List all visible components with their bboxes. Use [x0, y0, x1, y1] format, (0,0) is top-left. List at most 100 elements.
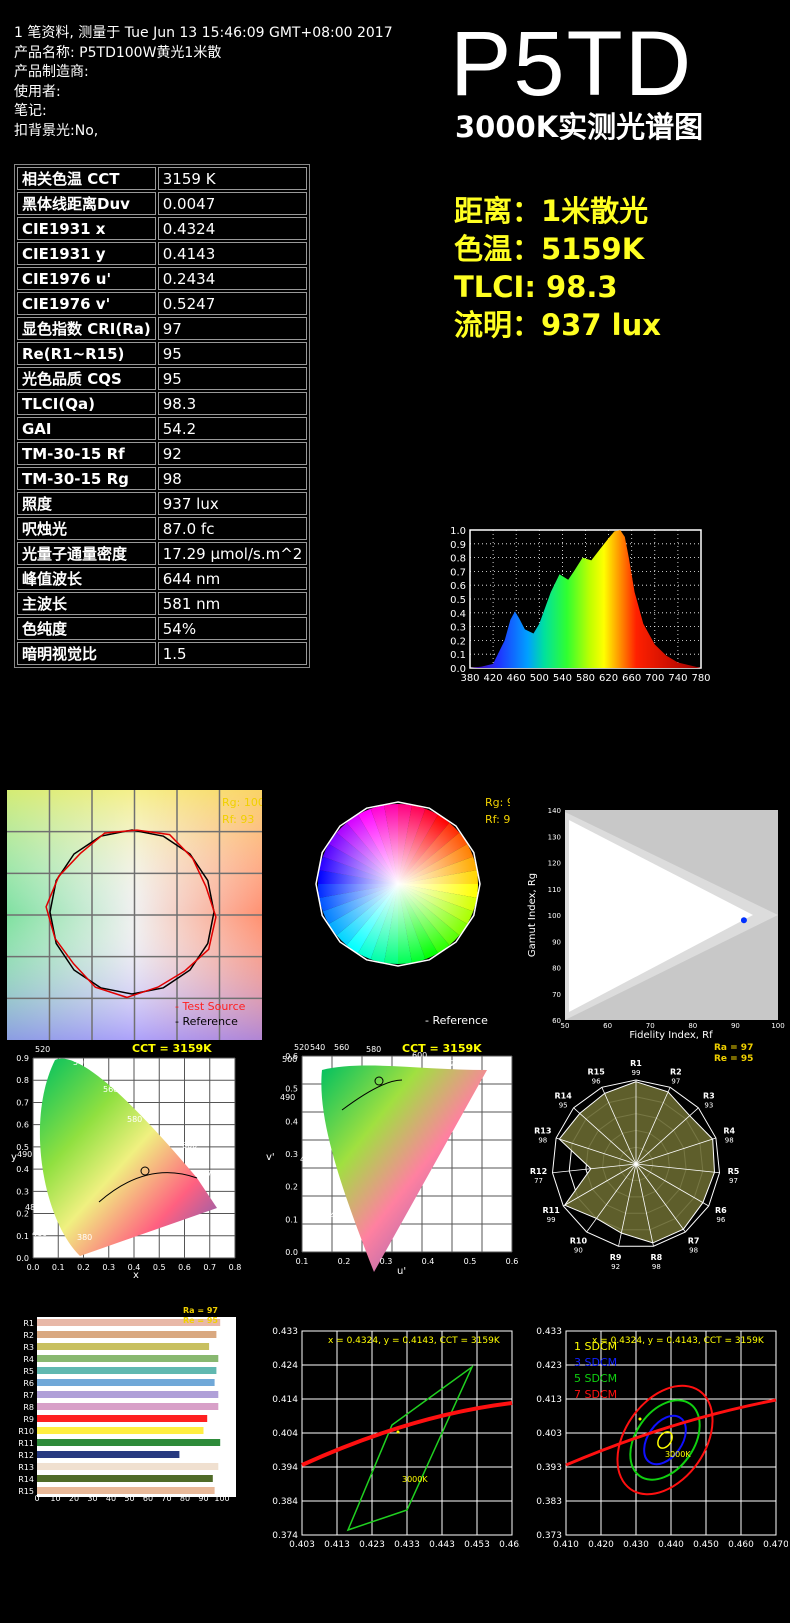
rf-rg-xtick: 70 [646, 1022, 655, 1030]
xtick: 0.4 [128, 1263, 141, 1272]
cri-bar-label: R4 [23, 1355, 34, 1364]
xtick: 0.470 [763, 1540, 788, 1550]
param-value: 98.3 [157, 392, 308, 415]
cri-bar-label: R7 [23, 1391, 34, 1400]
ytick: 0.433 [536, 1327, 562, 1337]
xy-zoom-chart: x = 0.4324, y = 0.4143, CCT = 3159K 3000… [272, 1327, 520, 1550]
wavelength-label: 380 [77, 1233, 92, 1242]
summary-block: 距离：1米散光 色温：5159K TLCI: 98.3 流明：937 lux [454, 192, 661, 344]
rf-rg-xtick: 90 [731, 1022, 740, 1030]
ytick: 0.3 [285, 1150, 298, 1159]
param-label: TM-30-15 Rf [17, 442, 156, 465]
cie1976-ylabel: v' [266, 1152, 275, 1163]
radar-value: 97 [729, 1177, 738, 1185]
cri-bar-label: R2 [23, 1331, 34, 1340]
ytick: 0.3 [16, 1187, 29, 1196]
spectrum-xtick: 420 [484, 673, 503, 684]
wavelength-label: 460 [32, 1229, 47, 1238]
radar-category: R10 [570, 1236, 588, 1245]
radar-value: 98 [538, 1137, 547, 1145]
cri-bar [37, 1451, 180, 1458]
ytick: 0.6 [16, 1121, 29, 1130]
ytick: 0.9 [16, 1054, 29, 1063]
param-label: 相关色温 CCT [17, 167, 156, 190]
cri-bar [37, 1367, 217, 1374]
cri-bar-xtick: 20 [69, 1494, 79, 1503]
cri-bar-label: R10 [18, 1427, 34, 1436]
ytick: 0.383 [536, 1497, 562, 1507]
cri-bar-xtick: 40 [106, 1494, 116, 1503]
spectrum-xtick: 700 [645, 673, 664, 684]
ytick: 0.413 [536, 1395, 562, 1405]
cri-bar-value: 99 [226, 1439, 236, 1448]
param-value: 97 [157, 317, 308, 340]
rf-rg-xtick: 80 [688, 1022, 697, 1030]
ytick: 0.393 [536, 1463, 562, 1473]
rf-rg-ytick: 140 [548, 807, 561, 815]
xtick: 0.3 [102, 1263, 115, 1272]
xtick: 0.453 [464, 1540, 490, 1550]
xtick: 0.6 [506, 1257, 519, 1266]
background-subtraction: 扣背景光:No, [14, 122, 99, 139]
spectrum-ytick: 0.0 [450, 664, 466, 675]
summary-cct: 色温：5159K [454, 232, 645, 266]
cri-bar [37, 1463, 219, 1470]
wavelength-label: 580 [366, 1045, 381, 1054]
rf-rg-xtick: 100 [771, 1022, 784, 1030]
sdcm-zoom-chart: x = 0.4324, y = 0.4143, CCT = 3159K 1 SD… [536, 1327, 788, 1550]
radar-value: 98 [689, 1246, 698, 1254]
radar-category: R3 [703, 1091, 715, 1100]
radar-ra-label: Ra = 97 [714, 1043, 753, 1053]
param-row: 色纯度 54% [17, 617, 308, 640]
radar-value: 95 [559, 1101, 568, 1109]
wavelength-label: 460 [330, 1211, 345, 1220]
param-value: 0.2434 [157, 267, 308, 290]
param-label: 黑体线距离Duv [17, 192, 156, 215]
radar-category: R5 [728, 1167, 740, 1176]
ytick: 0.7 [16, 1098, 29, 1107]
cri-bar-label: R5 [23, 1367, 34, 1376]
radar-value: 98 [725, 1137, 734, 1145]
cri-bar-value: 90 [226, 1427, 236, 1436]
xtick: 0.450 [693, 1540, 719, 1550]
wavelength-label: 490 [17, 1150, 32, 1159]
param-label: CIE1931 y [17, 242, 156, 265]
spectrum-xtick: 460 [507, 673, 526, 684]
param-value: 92 [157, 442, 308, 465]
param-value: 0.4324 [157, 217, 308, 240]
xtick: 0.440 [658, 1540, 684, 1550]
rf-rg-ytick: 130 [548, 833, 561, 841]
wheel-reference-legend: - Reference [425, 1014, 488, 1027]
radar-value: 99 [547, 1216, 556, 1224]
cri-bar-xtick: 0 [34, 1494, 39, 1503]
spectrum-xtick: 540 [553, 673, 572, 684]
wavelength-label: 480 [300, 1155, 315, 1164]
radar-value: 96 [716, 1216, 725, 1224]
rf-rg-ytick: 100 [548, 912, 561, 920]
param-value: 95 [157, 342, 308, 365]
spectrum-ytick: 0.5 [450, 595, 466, 606]
bars-re-label: Re = 95 [183, 1316, 218, 1325]
xy-zoom-title: x = 0.4324, y = 0.4143, CCT = 3159K [328, 1336, 501, 1346]
param-label: 呎烛光 [17, 517, 156, 540]
xtick: 0.420 [588, 1540, 614, 1550]
param-row: CIE1976 u' 0.2434 [17, 267, 308, 290]
cri-bar-label: R12 [18, 1451, 34, 1460]
cri-bar [37, 1415, 208, 1422]
param-label: 照度 [17, 492, 156, 515]
cri-bar [37, 1379, 215, 1386]
xtick: 0.0 [27, 1263, 40, 1272]
param-label: 显色指数 CRI(Ra) [17, 317, 156, 340]
record-line: 1 笔资料, 测量于 Tue Jun 13 15:46:09 GMT+08:00… [14, 25, 393, 41]
cvg-rf-label: Rf: 93 [222, 813, 254, 826]
rf-rg-ytick: 90 [552, 938, 561, 946]
cri-bar-xtick: 100 [214, 1494, 229, 1503]
cri-bar-label: R1 [23, 1319, 34, 1328]
wheel-rf-label: Rf: 92 [485, 813, 510, 826]
param-label: 光色品质 CQS [17, 367, 156, 390]
param-label: 主波长 [17, 592, 156, 615]
wavelength-label: 620 [445, 1059, 460, 1068]
param-label: 光量子通量密度 [17, 542, 156, 565]
cri-bar-xtick: 30 [87, 1494, 97, 1503]
rf-rg-ytick: 80 [552, 965, 561, 973]
